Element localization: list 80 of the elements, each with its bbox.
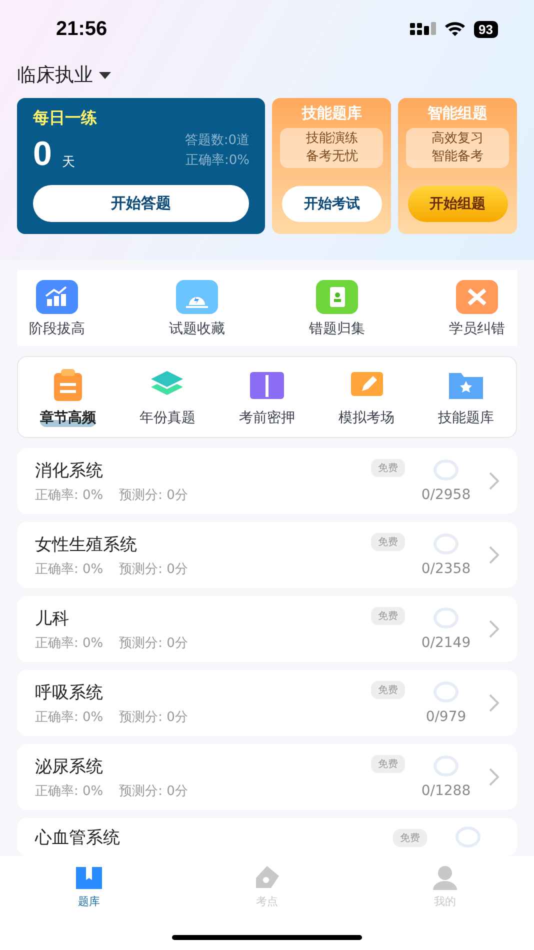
category-tab[interactable]: 考前密押 [236,367,297,427]
start-answer-button[interactable]: 开始答题 [33,185,250,222]
chapter-title: 消化系统 [35,460,104,482]
quick-link[interactable]: 阶段拔高 [29,280,85,338]
chapter-score: 预测分: 0分 [119,708,188,726]
promo-text: 智能备考 [432,148,484,166]
chapter-item[interactable]: 儿科 正确率: 0% 预测分: 0分 免费 0/2149 [17,596,517,662]
question-count: 0/2149 [421,635,471,651]
promo-text: 备考无忧 [306,148,358,166]
tab-bar-item[interactable]: 题库 [75,864,103,909]
status-time: 21:56 [56,18,108,40]
chapter-item[interactable]: 心血管系统 免费 [17,818,517,856]
accuracy-rate: 正确率:0% [184,152,250,170]
free-badge: 免费 [371,533,405,551]
chevron-icon [489,546,499,564]
person-icon [431,864,459,892]
chapter-title: 呼吸系统 [35,682,104,704]
ring-icon [433,533,459,555]
free-badge: 免费 [371,459,405,477]
question-count: 0/2958 [421,487,471,503]
category-tab[interactable]: 技能题库 [436,367,496,427]
chapter-score: 预测分: 0分 [119,486,188,504]
battery-indicator: 93 [474,20,498,38]
promo-text: 技能演练 [306,130,358,148]
chapter-accuracy: 正确率: 0% [35,708,104,726]
ring-icon [433,755,459,777]
caret-icon [99,72,111,78]
days-count: 0 [33,137,52,171]
promo-button[interactable]: 开始组题 [408,186,508,222]
chapter-accuracy: 正确率: 0% [35,634,104,652]
chevron-icon [489,620,499,638]
chapter-title: 泌尿系统 [35,756,104,778]
exam-selector[interactable]: 临床执业 [17,62,111,88]
alarm-icon [176,280,218,314]
quick-link[interactable]: 错题归集 [309,280,365,338]
ring-icon [455,826,481,848]
chapter-score: 预测分: 0分 [119,560,188,578]
daily-title: 每日一练 [33,108,98,129]
question-count: 0/979 [426,709,466,725]
notebook-icon [316,280,358,314]
signal-icon [410,22,436,36]
chapter-accuracy: 正确率: 0% [35,486,104,504]
free-badge: 免费 [371,755,405,773]
chapter-item[interactable]: 消化系统 正确率: 0% 预测分: 0分 免费 0/2958 [17,448,517,514]
book-icon [75,864,103,892]
chapter-item[interactable]: 女性生殖系统 正确率: 0% 预测分: 0分 免费 0/2358 [17,522,517,588]
chevron-icon [489,768,499,786]
chart-icon [36,280,78,314]
chapter-item[interactable]: 呼吸系统 正确率: 0% 预测分: 0分 免费 0/979 [17,670,517,736]
promo-text: 高效复习 [432,130,484,148]
promo-title: 技能题库 [302,104,362,123]
ring-icon [433,459,459,481]
question-count: 0/1288 [421,783,471,799]
chapter-score: 预测分: 0分 [119,634,188,652]
tools-icon [456,280,498,314]
chapter-accuracy: 正确率: 0% [35,560,104,578]
promo-title: 智能组题 [428,104,488,123]
quick-link[interactable]: 学员纠错 [449,280,505,338]
chapter-title: 女性生殖系统 [35,534,138,556]
chapter-accuracy: 正确率: 0% [35,782,104,800]
ring-icon [433,607,459,629]
answered-count: 答题数:0道 [184,132,250,150]
free-badge: 免费 [371,607,405,625]
wifi-icon [444,21,466,37]
chapter-item[interactable]: 泌尿系统 正确率: 0% 预测分: 0分 免费 0/1288 [17,744,517,810]
free-badge: 免费 [371,681,405,699]
category-tab[interactable]: 模拟考场 [336,367,397,427]
category-tab[interactable]: 章节高频 [38,367,98,427]
ring-icon [433,681,459,703]
category-tab[interactable]: 年份真题 [137,367,198,427]
quick-link[interactable]: 试题收藏 [169,280,225,338]
promo-button[interactable]: 开始考试 [282,186,382,222]
days-unit: 天 [62,154,75,171]
question-count: 0/2358 [421,561,471,577]
chevron-icon [489,694,499,712]
chapter-score: 预测分: 0分 [119,782,188,800]
free-badge: 免费 [393,829,427,847]
chapter-title: 儿科 [35,608,70,630]
chevron-icon [489,472,499,490]
chapter-title: 心血管系统 [35,827,121,849]
